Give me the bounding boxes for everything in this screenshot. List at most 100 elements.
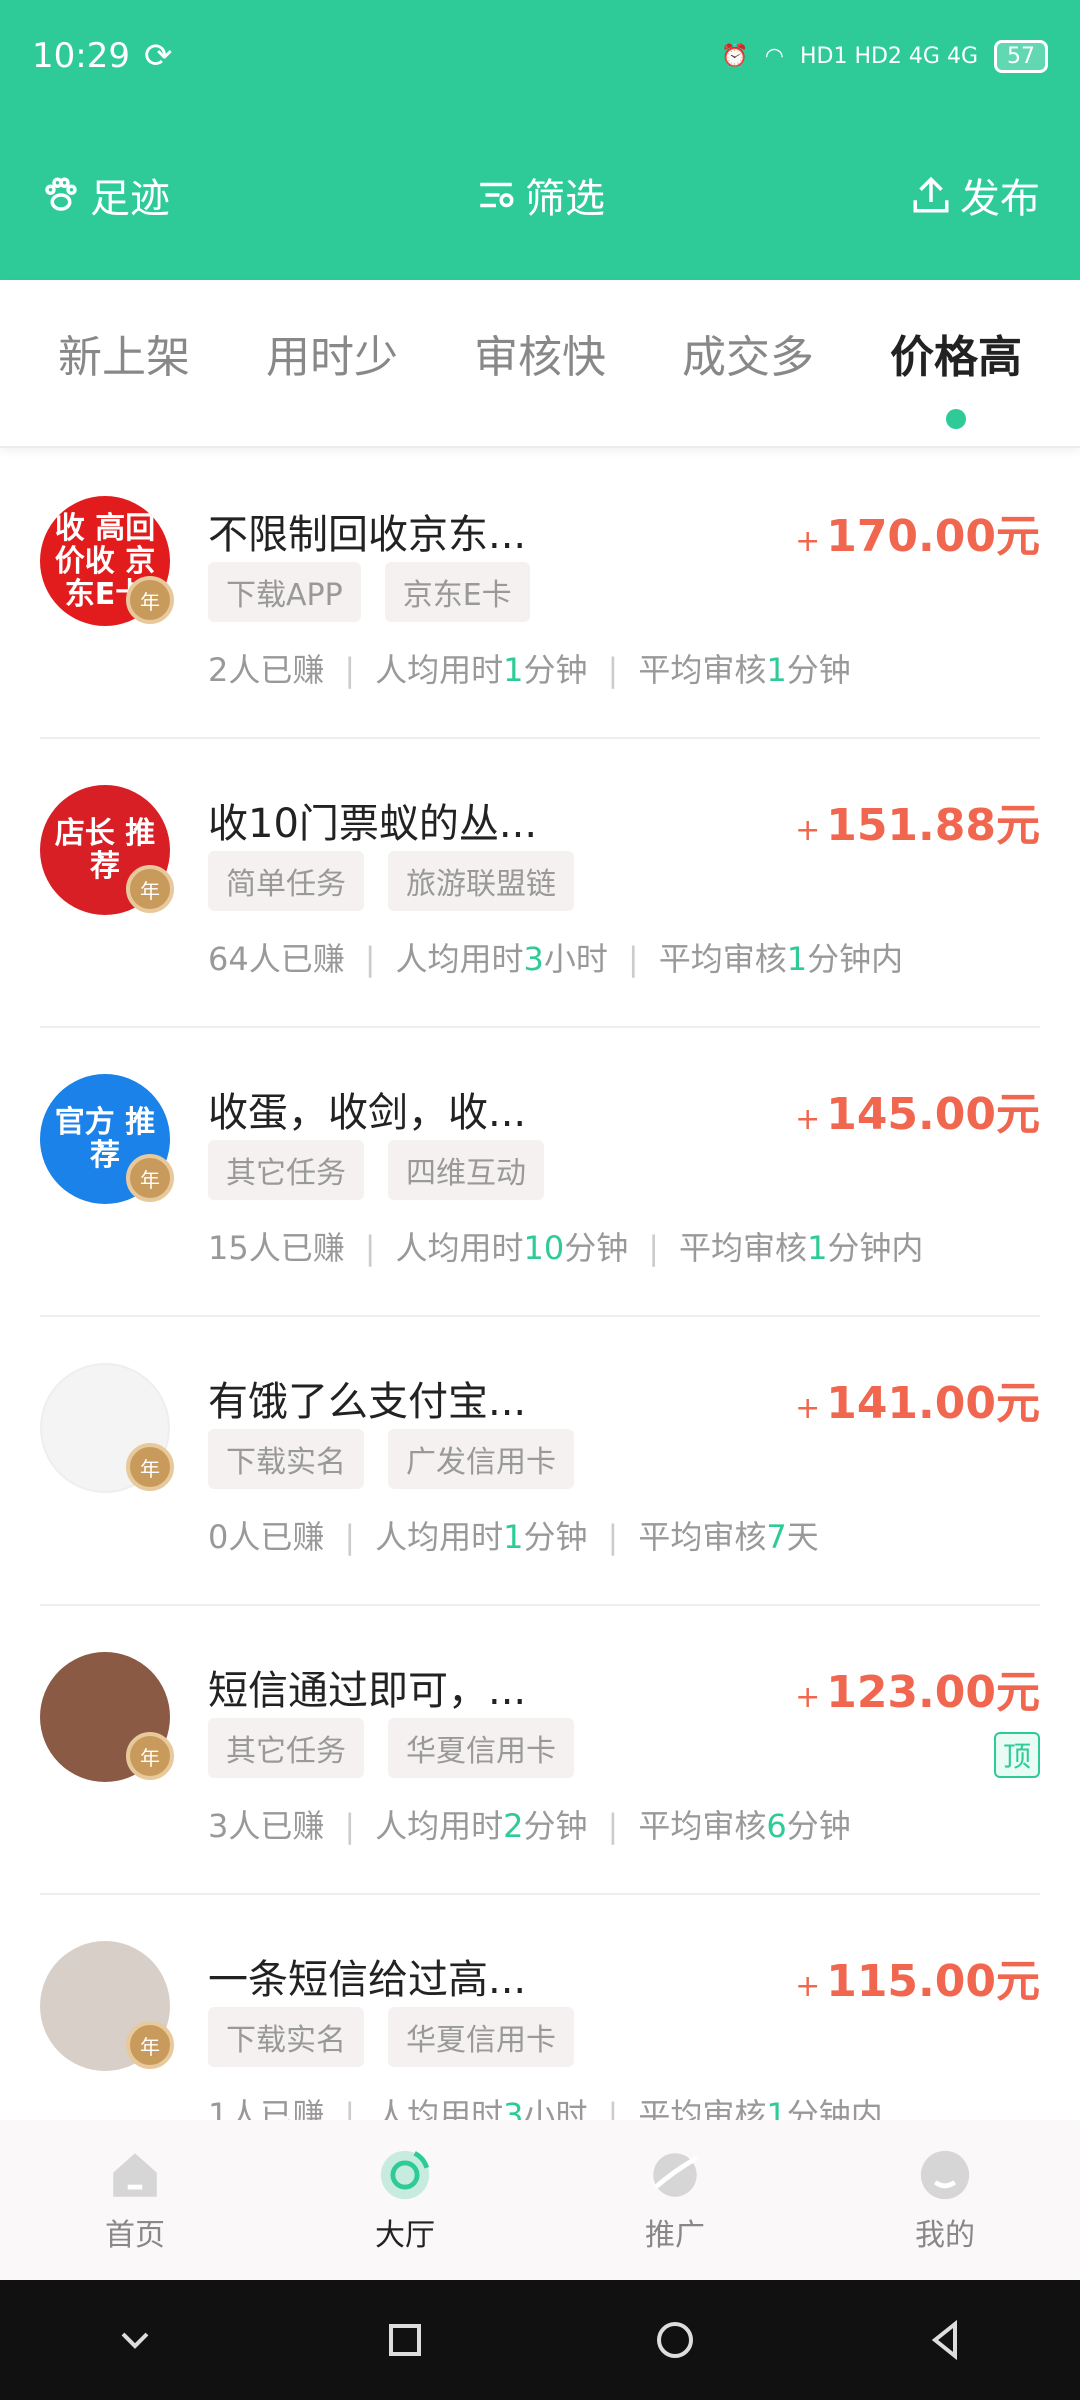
recents-icon[interactable]	[381, 2316, 429, 2364]
task-title: 短信通过即可，...	[208, 1668, 527, 1714]
separator: |	[344, 1518, 356, 1556]
nav-home[interactable]: 首页	[55, 2146, 215, 2254]
task-tags: 下载实名 广发信用卡	[208, 1429, 574, 1489]
task-price-value: 145.00元	[826, 1089, 1040, 1140]
upload-icon	[913, 176, 949, 213]
home-circle-icon[interactable]	[651, 2316, 699, 2364]
avg-review-label: 平均审核	[638, 1518, 767, 1556]
alarm-icon: ⏰	[721, 43, 749, 69]
separator: |	[648, 1229, 660, 1267]
avg-review-unit: 分钟内	[807, 940, 904, 978]
avg-review-label: 平均审核	[638, 2096, 767, 2120]
avg-review-unit: 天	[786, 1518, 819, 1556]
task-title: 不限制回收京东...	[208, 512, 527, 558]
filter-icon	[480, 182, 514, 208]
chevron-down-icon[interactable]	[111, 2316, 159, 2364]
task-price-value: 115.00元	[826, 1956, 1040, 2007]
avg-time-label: 人均用时	[375, 651, 504, 689]
hall-icon	[380, 2150, 430, 2200]
plus-icon: +	[795, 524, 821, 559]
year-badge-icon: 年	[126, 865, 174, 913]
task-meta: 64人已赚 | 人均用时3小时 | 平均审核1分钟内	[208, 934, 903, 980]
avg-review-value: 6	[766, 1807, 787, 1845]
task-item[interactable]: 官方 推荐 年 收蛋，收剑，收... +145.00元 其它任务 四维互动 15…	[40, 1028, 1040, 1317]
task-tag: 简单任务	[208, 851, 364, 911]
separator: |	[364, 1229, 376, 1267]
tab-newest[interactable]: 新上架	[58, 321, 190, 405]
avg-time-unit: 分钟	[523, 1518, 588, 1556]
system-nav-bar	[0, 2280, 1080, 2400]
avg-review-unit: 分钟	[786, 651, 851, 689]
task-price: +115.00元	[795, 1945, 1040, 2009]
tab-most-deals[interactable]: 成交多	[682, 321, 814, 405]
avg-review-value: 1	[766, 651, 787, 689]
nav-profile[interactable]: 我的	[865, 2146, 1025, 2254]
avg-time-value: 1	[503, 1518, 524, 1556]
task-item[interactable]: 年 有饿了么支付宝... +141.00元 下载实名 广发信用卡 0人已赚 | 人均…	[40, 1317, 1040, 1606]
sync-icon: ⟳	[143, 36, 173, 76]
paw-icon	[45, 177, 77, 211]
task-price-value: 141.00元	[826, 1378, 1040, 1429]
nav-hall[interactable]: 大厅	[325, 2146, 485, 2254]
task-tag: 其它任务	[208, 1140, 364, 1200]
avg-time-unit: 分钟	[564, 1229, 629, 1267]
task-tag: 其它任务	[208, 1718, 364, 1778]
plus-icon: +	[795, 1969, 821, 2004]
footprint-label: 足迹	[90, 176, 170, 222]
task-price-value: 151.88元	[826, 800, 1040, 851]
tab-highest-price[interactable]: 价格高	[890, 321, 1022, 429]
task-price: +123.00元	[795, 1656, 1040, 1720]
publish-button[interactable]: 发布	[910, 166, 1040, 224]
task-list: 收 高回 价收 京东E卡 年 不限制回收京东... +170.00元 下载APP…	[0, 450, 1080, 2120]
task-item[interactable]: 年 一条短信给过高... +115.00元 下载实名 华夏信用卡 1人已赚 | 人均…	[40, 1895, 1040, 2120]
filter-label: 筛选	[525, 176, 605, 222]
wifi-icon: ◠	[764, 43, 784, 69]
separator: |	[607, 1807, 619, 1845]
tab-fast-review[interactable]: 审核快	[474, 321, 606, 405]
task-price: +170.00元	[795, 500, 1040, 564]
avg-review-label: 平均审核	[658, 940, 787, 978]
task-tags: 其它任务 华夏信用卡	[208, 1718, 574, 1778]
task-title: 收10门票蚁的丛...	[208, 801, 538, 847]
avg-time-value: 10	[523, 1229, 565, 1267]
status-time: 10:29	[32, 36, 130, 76]
avg-time-value: 3	[503, 2096, 524, 2120]
task-tags: 其它任务 四维互动	[208, 1140, 544, 1200]
separator: |	[607, 2096, 619, 2120]
avg-review-unit: 分钟内	[827, 1229, 924, 1267]
earned-count: 3人已赚	[208, 1807, 325, 1845]
home-icon	[113, 2153, 157, 2197]
back-icon[interactable]	[921, 2316, 969, 2364]
task-meta: 15人已赚 | 人均用时10分钟 | 平均审核1分钟内	[208, 1223, 923, 1269]
separator: |	[627, 940, 639, 978]
status-bar: 10:29 ⟳ ⏰ ◠ HD1 HD2 4G 4G 57	[32, 30, 1048, 82]
task-item[interactable]: 年 短信通过即可，... +123.00元 其它任务 华夏信用卡 3人已赚 | 人均…	[40, 1606, 1040, 1895]
task-price: +145.00元	[795, 1078, 1040, 1142]
avg-time-label: 人均用时	[395, 940, 524, 978]
nav-promote[interactable]: 推广	[595, 2146, 755, 2254]
avg-time-unit: 分钟	[523, 1807, 588, 1845]
separator: |	[344, 651, 356, 689]
task-price-value: 170.00元	[826, 511, 1040, 562]
avg-review-label: 平均审核	[638, 651, 767, 689]
task-price: +141.00元	[795, 1367, 1040, 1431]
task-item[interactable]: 店长 推荐 年 收10门票蚁的丛... +151.88元 简单任务 旅游联盟链 …	[40, 739, 1040, 1028]
footprint-button[interactable]: 足迹	[40, 166, 170, 224]
earned-count: 1人已赚	[208, 2096, 325, 2120]
avg-time-label: 人均用时	[375, 1518, 504, 1556]
task-item[interactable]: 收 高回 价收 京东E卡 年 不限制回收京东... +170.00元 下载APP…	[40, 450, 1040, 739]
task-meta: 0人已赚 | 人均用时1分钟 | 平均审核7天	[208, 1512, 819, 1558]
task-price-value: 123.00元	[826, 1667, 1040, 1718]
task-tag: 四维互动	[388, 1140, 544, 1200]
separator: |	[364, 940, 376, 978]
earned-count: 2人已赚	[208, 651, 325, 689]
filter-button[interactable]: 筛选	[475, 166, 605, 224]
avg-review-unit: 分钟	[786, 1807, 851, 1845]
tab-least-time[interactable]: 用时少	[266, 321, 398, 405]
nav-profile-label: 我的	[915, 2218, 975, 2253]
avg-review-value: 1	[766, 2096, 787, 2120]
avg-time-label: 人均用时	[375, 2096, 504, 2120]
plus-icon: +	[795, 1680, 821, 1715]
separator: |	[344, 2096, 356, 2120]
separator: |	[607, 1518, 619, 1556]
